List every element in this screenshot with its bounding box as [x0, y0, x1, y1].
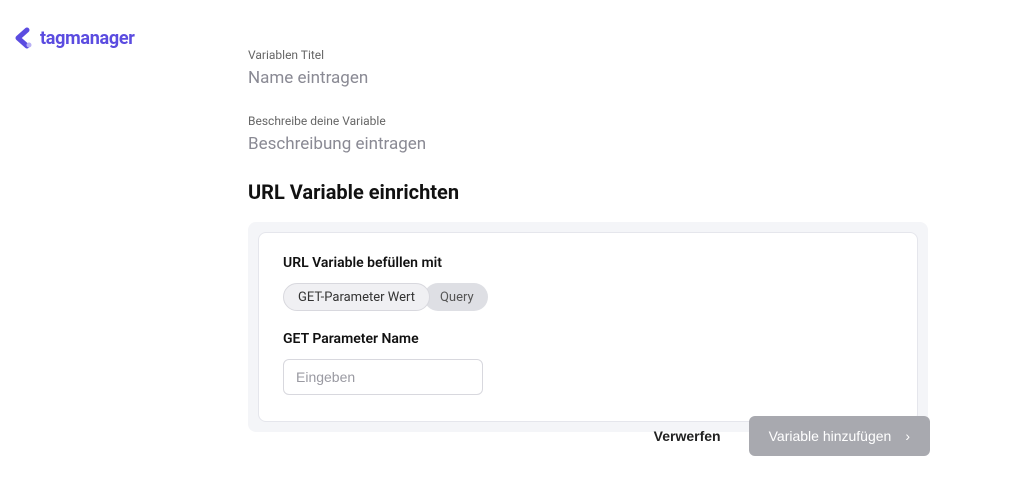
variable-description-label: Beschreibe deine Variable [248, 114, 928, 128]
chevron-right-icon: › [905, 428, 910, 444]
logo[interactable]: tagmanager [12, 26, 135, 50]
fill-with-chips: GET-Parameter Wert Query [283, 283, 893, 311]
get-parameter-name-label: GET Parameter Name [283, 331, 893, 347]
footer-actions: Verwerfen Variable hinzufügen › [654, 416, 930, 456]
section-title: URL Variable einrichten [248, 180, 928, 204]
main-panel: Variablen Titel Name eintragen Beschreib… [248, 48, 928, 432]
add-variable-button[interactable]: Variable hinzufügen › [749, 416, 930, 456]
add-variable-button-label: Variable hinzufügen [769, 428, 892, 444]
config-card-outer: URL Variable befüllen mit GET-Parameter … [248, 222, 928, 432]
config-card: URL Variable befüllen mit GET-Parameter … [258, 232, 918, 422]
logo-text: tagmanager [40, 28, 135, 49]
discard-button[interactable]: Verwerfen [654, 428, 721, 444]
variable-title-input[interactable]: Name eintragen [248, 68, 928, 88]
chip-query[interactable]: Query [424, 283, 488, 311]
logo-icon [12, 26, 36, 50]
variable-description-input[interactable]: Beschreibung eintragen [248, 134, 928, 154]
fill-with-label: URL Variable befüllen mit [283, 255, 893, 271]
chip-get-parameter-wert[interactable]: GET-Parameter Wert [283, 283, 430, 311]
get-parameter-name-input[interactable] [283, 359, 483, 395]
variable-title-label: Variablen Titel [248, 48, 928, 62]
